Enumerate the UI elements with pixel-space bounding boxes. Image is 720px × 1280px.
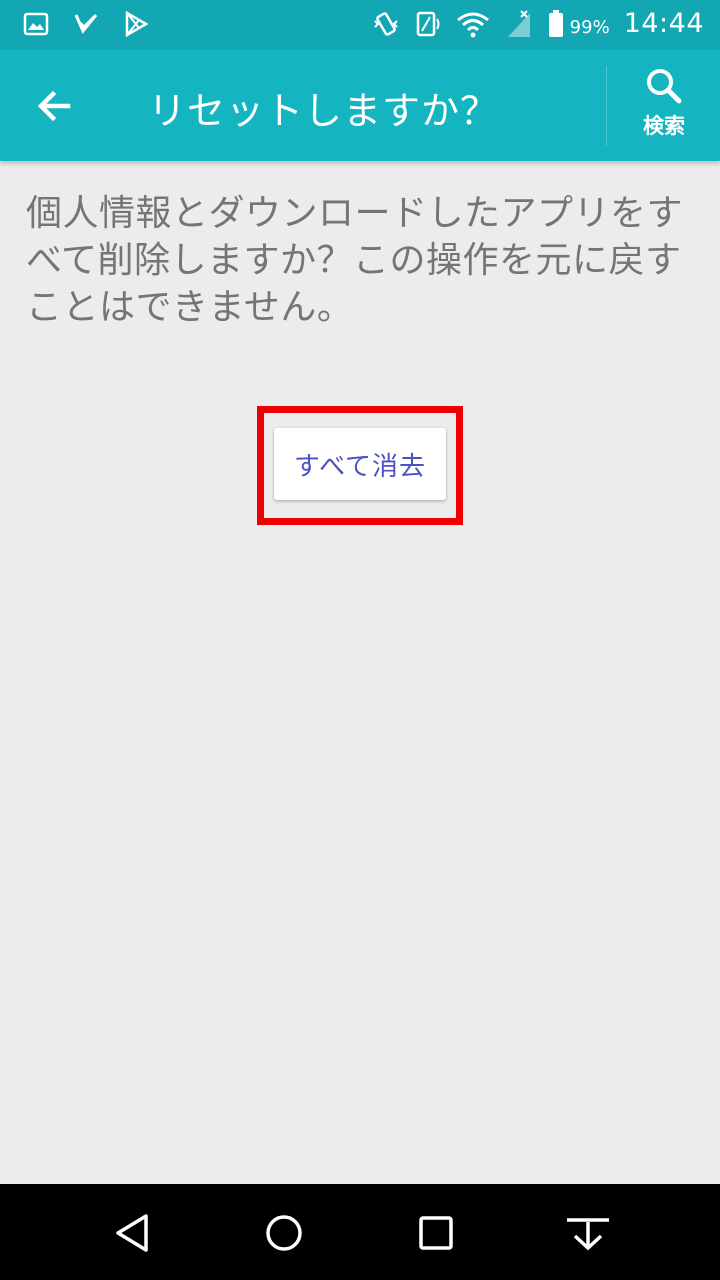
- arrow-left-icon: [37, 90, 71, 122]
- signal-icon: [507, 9, 530, 37]
- reset-description: 個人情報とダウンロードしたアプリをすべて削除しますか？この操作を元に戻すことはで…: [26, 193, 684, 328]
- nfc-icon: [416, 11, 440, 36]
- search-button[interactable]: 検索: [616, 64, 712, 150]
- erase-all-button[interactable]: すべて消去: [274, 428, 446, 500]
- toolbar-divider: [606, 66, 607, 146]
- play-store-icon: [125, 10, 149, 38]
- screen: 99% 14:44 リセットしますか？ 検索 個人情報とダウンロードしたアプリを…: [0, 0, 720, 1280]
- recents-icon[interactable]: [411, 1208, 461, 1258]
- search-label: 検索: [643, 114, 685, 138]
- check-icon: [74, 14, 98, 34]
- status-bar: 99% 14:44: [0, 0, 720, 50]
- notification-icons: [22, 9, 150, 39]
- system-status: 99% 14:44: [372, 8, 704, 39]
- battery-percent: 99%: [569, 17, 610, 38]
- battery-icon: [548, 9, 563, 37]
- notification-pull-icon[interactable]: [563, 1208, 613, 1258]
- search-icon: [647, 69, 682, 104]
- back-button[interactable]: [24, 76, 84, 136]
- page-title: リセットしますか？: [148, 89, 500, 133]
- clock: 14:44: [623, 8, 704, 39]
- wifi-icon: [456, 12, 489, 37]
- back-icon[interactable]: [108, 1208, 158, 1258]
- home-icon[interactable]: [259, 1208, 309, 1258]
- navigation-bar: [0, 1184, 720, 1280]
- app-toolbar: リセットしますか？ 検索: [0, 50, 720, 161]
- gallery-icon: [23, 12, 49, 36]
- vibrate-icon: [373, 11, 398, 36]
